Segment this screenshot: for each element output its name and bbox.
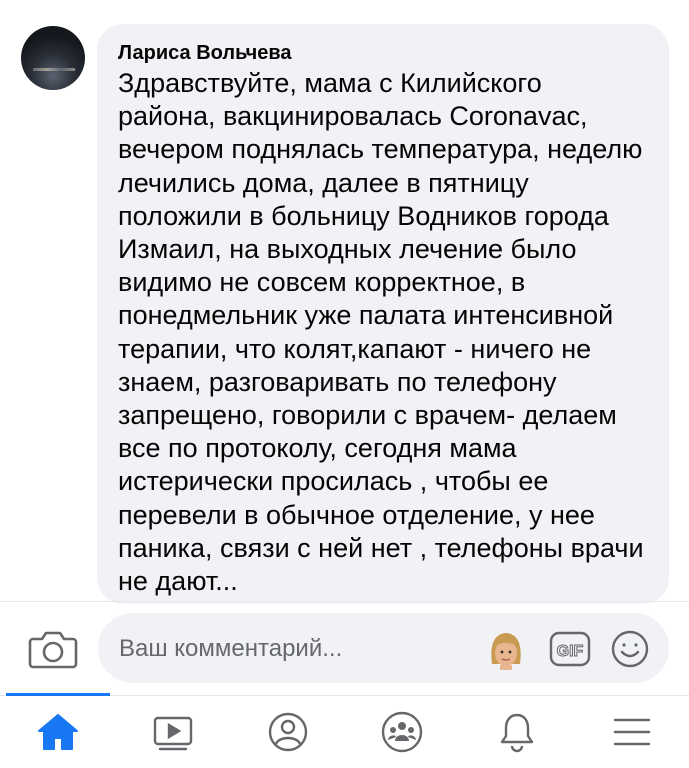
tab-menu[interactable] xyxy=(574,696,689,768)
tab-groups[interactable] xyxy=(344,696,459,768)
bell-icon xyxy=(500,713,533,753)
camera-icon[interactable] xyxy=(28,627,78,671)
bottom-tab-bar xyxy=(0,696,689,768)
emoji-icon[interactable] xyxy=(610,629,650,669)
home-icon xyxy=(37,714,78,750)
tab-notifications[interactable] xyxy=(459,696,574,768)
groups-icon xyxy=(381,711,422,753)
avatar-sticker-icon[interactable] xyxy=(486,628,526,670)
comment-bubble: Лариса Вольчева Здравствуйте, мама с Кил… xyxy=(97,24,669,604)
gif-label: GIF xyxy=(557,643,584,660)
gif-icon[interactable]: GIF xyxy=(549,631,591,667)
tab-home[interactable] xyxy=(0,696,115,768)
composer-divider xyxy=(0,601,689,602)
author-avatar[interactable] xyxy=(21,26,85,90)
menu-icon xyxy=(613,718,650,746)
tab-profile[interactable] xyxy=(230,696,345,768)
video-icon xyxy=(153,716,192,751)
comment-input-placeholder: Ваш комментарий... xyxy=(119,635,343,662)
comment-text: Здравствуйте, мама с Килийского района, … xyxy=(118,68,644,597)
profile-icon xyxy=(268,712,307,752)
comment-input[interactable]: Ваш комментарий... GIF xyxy=(98,613,669,683)
tab-watch[interactable] xyxy=(115,696,230,768)
comment-author[interactable]: Лариса Вольчева xyxy=(118,41,649,65)
